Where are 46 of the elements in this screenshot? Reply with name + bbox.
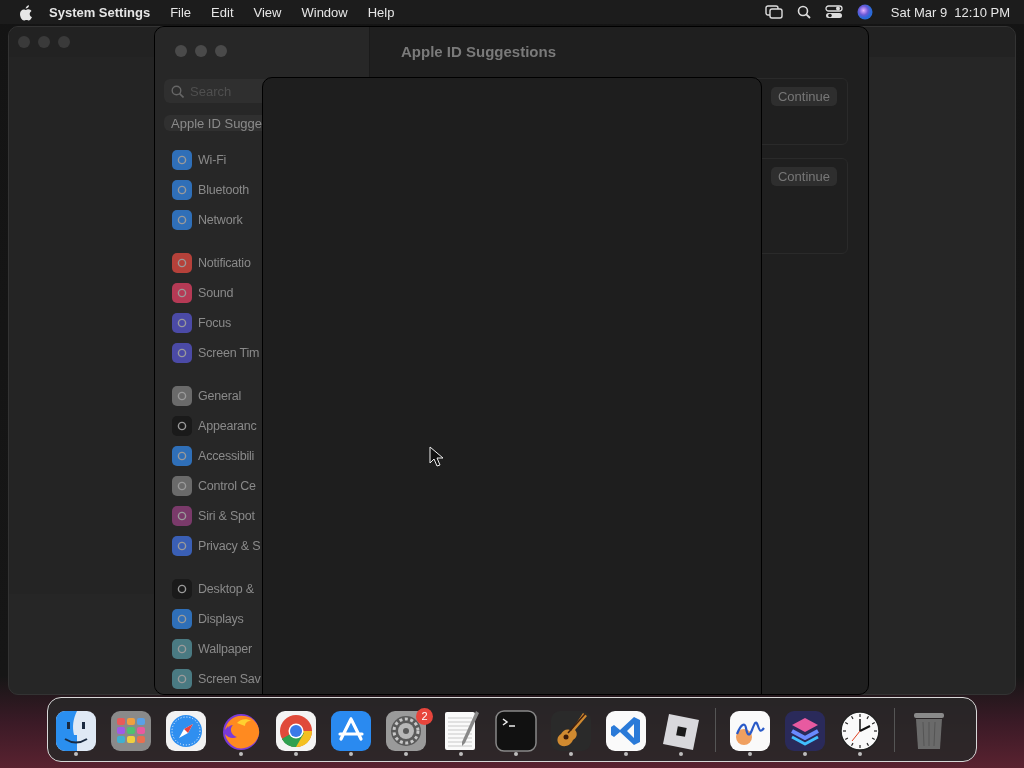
- sidebar-item[interactable]: Privacy & S: [198, 539, 261, 553]
- menu-item[interactable]: Help: [357, 4, 405, 20]
- pencil-brush-icon[interactable]: [330, 709, 372, 752]
- sidebar-item[interactable]: Sound: [198, 286, 234, 300]
- sidebar-item[interactable]: Displays: [198, 612, 244, 626]
- stacked-layers-icon[interactable]: [784, 709, 826, 752]
- search-icon: [171, 85, 184, 98]
- sidebar-item[interactable]: Siri & Spot: [198, 509, 255, 523]
- sidebar-item[interactable]: Accessibili: [198, 449, 255, 463]
- pointer-icon: [429, 446, 443, 467]
- menu-item[interactable]: File: [160, 4, 202, 20]
- apple-logo-icon[interactable]: [18, 3, 33, 21]
- search-icon[interactable]: [796, 5, 811, 19]
- orb-icon[interactable]: [856, 4, 873, 20]
- sidebar-item[interactable]: Appearanc: [198, 419, 257, 433]
- sidebar-item[interactable]: General: [198, 389, 242, 403]
- ribbon-icon[interactable]: [605, 709, 647, 752]
- menu-item[interactable]: View: [243, 4, 292, 20]
- browser-icon[interactable]: [275, 709, 317, 752]
- sidebar-item[interactable]: Screen Tim: [198, 346, 260, 360]
- squiggle-icon[interactable]: [729, 709, 771, 752]
- continue-button[interactable]: Continue: [770, 167, 837, 186]
- notification-badge: 2: [416, 707, 433, 725]
- face-icon[interactable]: [55, 709, 97, 752]
- sidebar-item[interactable]: Notificatio: [198, 256, 251, 270]
- sidebar-item[interactable]: Focus: [198, 316, 232, 330]
- sidebar-item[interactable]: Network: [198, 213, 243, 227]
- menu-item[interactable]: Window: [291, 4, 358, 20]
- toggles-icon[interactable]: [824, 5, 843, 19]
- grid-icon[interactable]: [110, 709, 152, 752]
- continue-button[interactable]: Continue: [770, 87, 837, 106]
- sidebar-item[interactable]: Wallpaper: [198, 642, 252, 656]
- menu-clock[interactable]: Sat Mar 9 12:10 PM: [890, 4, 1010, 20]
- sidebar-item[interactable]: Wi-Fi: [198, 153, 227, 167]
- sidebar-item[interactable]: Control Ce: [198, 479, 256, 493]
- app-menu[interactable]: System Settings: [33, 4, 161, 20]
- page-title: Apple ID Suggestions: [400, 42, 557, 62]
- sidebar-item[interactable]: Screen Sav: [198, 672, 261, 686]
- sidebar-item[interactable]: Desktop &: [198, 582, 254, 596]
- sidebar-item[interactable]: Bluetooth: [198, 183, 250, 197]
- gear-icon[interactable]: [385, 709, 427, 752]
- menu-item[interactable]: Edit: [201, 4, 244, 20]
- compass-icon[interactable]: [165, 709, 207, 752]
- terminal-icon[interactable]: [495, 709, 537, 752]
- overlapping-windows-icon[interactable]: [764, 5, 783, 19]
- clock-icon[interactable]: [839, 709, 881, 752]
